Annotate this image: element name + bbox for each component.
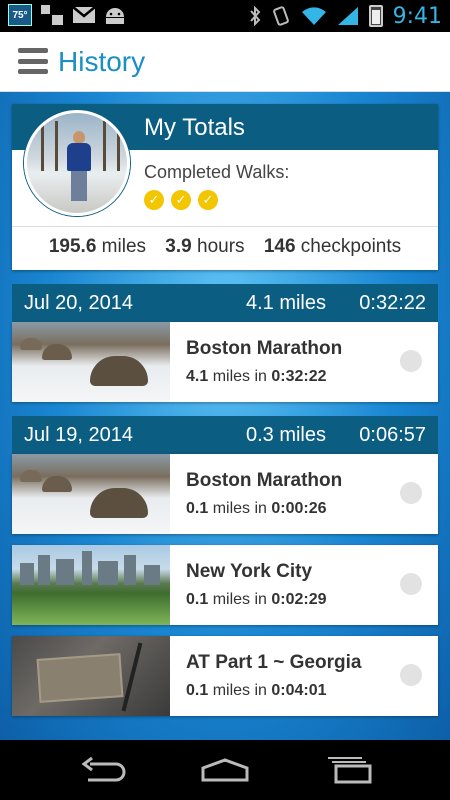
walk-detail: 0.1 miles in 0:00:26 (186, 500, 327, 518)
totals-card: My Totals Completed Walks: ✓ ✓ ✓ 195.6 m… (12, 104, 438, 270)
walk-time: 0:32:22 (271, 368, 327, 385)
walk-miles: 0.1 (186, 682, 209, 699)
recent-apps-icon[interactable] (326, 756, 376, 784)
walk-thumbnail (12, 545, 170, 625)
day-time: 0:32:22 (359, 292, 426, 314)
walk-select-toggle[interactable] (400, 350, 422, 372)
system-nav-bar (0, 740, 450, 800)
walk-name: Boston Marathon (186, 470, 343, 491)
walk-thumbnail (12, 636, 170, 716)
day-header: Jul 19, 2014 0.3 miles 0:06:57 (12, 416, 438, 454)
bluetooth-icon (249, 6, 260, 26)
walk-thumbnail (12, 454, 170, 534)
completed-badges: ✓ ✓ ✓ (144, 190, 218, 210)
walk-select-toggle[interactable] (400, 482, 422, 504)
walk-select-toggle[interactable] (400, 664, 422, 686)
day-miles: 4.1 miles (245, 292, 326, 314)
total-hours-value: 3.9 (165, 236, 192, 257)
day-date: Jul 20, 2014 (24, 292, 133, 314)
completed-badge-icon: ✓ (144, 190, 164, 210)
totals-stats: 195.6 miles 3.9 hours 146 checkpoints (12, 236, 438, 258)
walk-select-toggle[interactable] (400, 573, 422, 595)
walk-thumbnail (12, 322, 170, 402)
walk-item[interactable]: New York City 0.1 miles in 0:02:29 (12, 545, 438, 625)
android-icon (106, 8, 124, 24)
home-icon[interactable] (200, 756, 250, 784)
day-date: Jul 19, 2014 (24, 424, 133, 446)
walk-time: 0:00:26 (271, 500, 327, 517)
walk-miles-in: miles in (212, 500, 267, 517)
total-miles-value: 195.6 (48, 236, 97, 257)
total-miles-unit: miles (101, 236, 147, 257)
back-icon[interactable] (76, 756, 126, 784)
walk-name: AT Part 1 ~ Georgia (186, 652, 362, 673)
day-header: Jul 20, 2014 4.1 miles 0:32:22 (12, 284, 438, 322)
walk-miles: 4.1 (186, 368, 209, 385)
walk-miles: 0.1 (186, 500, 209, 517)
history-list[interactable]: My Totals Completed Walks: ✓ ✓ ✓ 195.6 m… (0, 92, 450, 740)
walk-detail: 0.1 miles in 0:02:29 (186, 591, 327, 609)
vibrate-icon (272, 6, 289, 26)
day-miles: 0.3 miles (245, 424, 326, 446)
walk-detail: 4.1 miles in 0:32:22 (186, 368, 327, 386)
wifi-icon (301, 7, 326, 25)
signal-icon (337, 7, 358, 25)
total-hours-unit: hours (197, 236, 245, 257)
day-time: 0:06:57 (359, 424, 426, 446)
completed-badge-icon: ✓ (198, 190, 218, 210)
walk-miles-in: miles in (212, 591, 267, 608)
gmail-icon (72, 6, 96, 23)
total-checkpoints-value: 146 (263, 236, 296, 257)
completed-badge-icon: ✓ (171, 190, 191, 210)
walk-miles: 0.1 (186, 591, 209, 608)
walk-miles-in: miles in (212, 368, 267, 385)
walk-time: 0:04:01 (271, 682, 327, 699)
walk-detail: 0.1 miles in 0:04:01 (186, 682, 327, 700)
weather-temp-icon: 75° (8, 4, 32, 26)
action-bar: History (0, 32, 450, 92)
menu-icon[interactable] (18, 48, 48, 74)
completed-walks-label: Completed Walks: (144, 162, 290, 182)
walk-item[interactable]: Boston Marathon 4.1 miles in 0:32:22 (12, 322, 438, 402)
walk-name: Boston Marathon (186, 338, 343, 359)
walk-miles-in: miles in (212, 682, 267, 699)
total-checkpoints-unit: checkpoints (300, 236, 402, 257)
status-bar: 75° 9:41 (0, 0, 450, 32)
avatar (24, 110, 130, 216)
walk-item[interactable]: AT Part 1 ~ Georgia 0.1 miles in 0:04:01 (12, 636, 438, 716)
walk-item[interactable]: Boston Marathon 0.1 miles in 0:00:26 (12, 454, 438, 534)
walk-time: 0:02:29 (271, 591, 327, 608)
walk-name: New York City (186, 561, 313, 582)
page-title: History (58, 46, 146, 77)
totals-title: My Totals (144, 114, 245, 141)
clock: 9:41 (392, 3, 442, 29)
divider (12, 226, 438, 227)
apps-icon (41, 5, 63, 25)
battery-icon (368, 5, 383, 27)
